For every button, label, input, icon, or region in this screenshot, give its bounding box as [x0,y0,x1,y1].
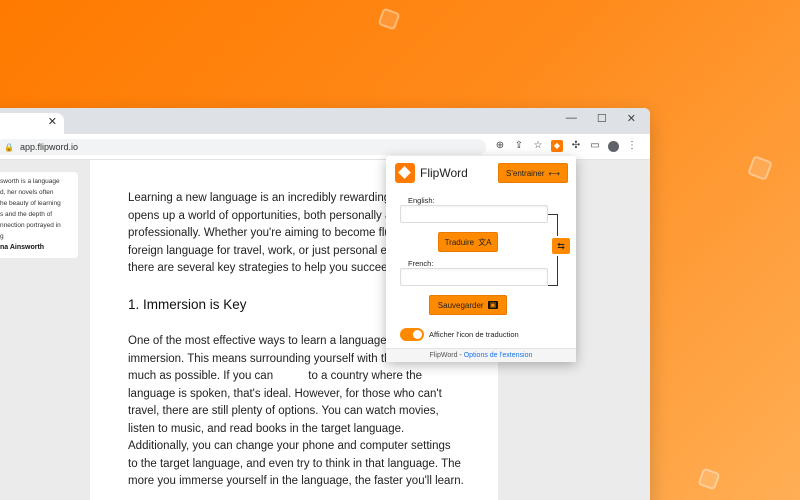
sidebar-icon[interactable]: ▭ [589,140,601,152]
author-card-line: nnection portrayed in [0,222,61,229]
background-diamond-right [747,155,773,181]
popup-footer: FlipWord - Options de l'extension [386,348,576,362]
french-input[interactable] [400,268,548,286]
background-diamond-bottom [697,467,721,491]
save-button[interactable]: Sauvegarder ▣ [429,295,507,315]
dumbbell-icon: ⟷ [548,168,560,178]
english-input[interactable] [400,205,548,223]
author-card: sworth is a language d, her novels often… [0,172,78,258]
active-tab[interactable]: ✕ [0,113,64,134]
footer-brand: FlipWord [429,352,458,359]
brand-name: FlipWord [420,166,468,180]
more-menu-icon[interactable]: ⋮ [626,140,638,152]
url-text: app.flipword.io [19,142,79,152]
flipword-logo-icon [395,163,415,183]
minimize-icon[interactable]: — [566,112,577,125]
swap-bracket-top [548,214,558,236]
train-button[interactable]: S'entrainer ⟷ [498,163,568,183]
toggle-label: Afficher l'icon de traduction [429,330,519,339]
lock-icon[interactable]: 🔒 [4,143,14,152]
translate-button-label: Traduire [444,237,475,247]
french-label: French: [408,259,434,268]
author-card-line: g [0,233,4,240]
author-name: na Ainsworth [0,244,45,251]
translate-button[interactable]: Traduire 文A [438,232,498,252]
close-window-icon[interactable]: ✕ [627,112,636,125]
tab-close-icon[interactable]: ✕ [48,115,57,128]
floppy-disk-icon: ▣ [487,301,499,309]
window-controls: — ☐ ✕ [566,112,636,125]
author-card-line: s and the depth of [0,211,53,218]
extension-options-link[interactable]: Options de l'extension [464,352,533,359]
share-icon[interactable]: ⇪ [513,140,525,152]
english-label: English: [408,196,435,205]
flipword-popup: FlipWord S'entrainer ⟷ English: ⇆ Tradui… [386,156,576,362]
browser-toolbar: ⊕ ⇪ ☆ ◆ ✣ ▭ ⋮ [494,140,638,152]
zoom-icon[interactable]: ⊕ [494,140,506,152]
tab-bar: ✕ — ☐ ✕ [0,108,650,134]
author-card-line: he beauty of learning [0,200,61,207]
flipword-logo: FlipWord [395,163,468,183]
translate-icon: 文A [478,237,492,247]
background-diamond-top [377,7,401,31]
save-button-label: Sauvegarder [437,300,484,310]
extensions-puzzle-icon[interactable]: ✣ [570,140,582,152]
bookmark-star-icon[interactable]: ☆ [532,140,544,152]
swap-languages-icon[interactable]: ⇆ [552,238,570,254]
flipword-extension-icon[interactable]: ◆ [551,140,563,152]
author-card-line: d, her novels often [0,189,54,196]
swap-bracket-bottom [548,256,558,286]
url-field[interactable]: 🔒 app.flipword.io [0,139,486,155]
author-card-line: sworth is a language [0,178,60,185]
translation-icon-toggle[interactable] [400,328,424,341]
maximize-icon[interactable]: ☐ [597,112,607,125]
profile-avatar[interactable] [608,140,619,152]
train-button-label: S'entrainer [506,168,545,178]
